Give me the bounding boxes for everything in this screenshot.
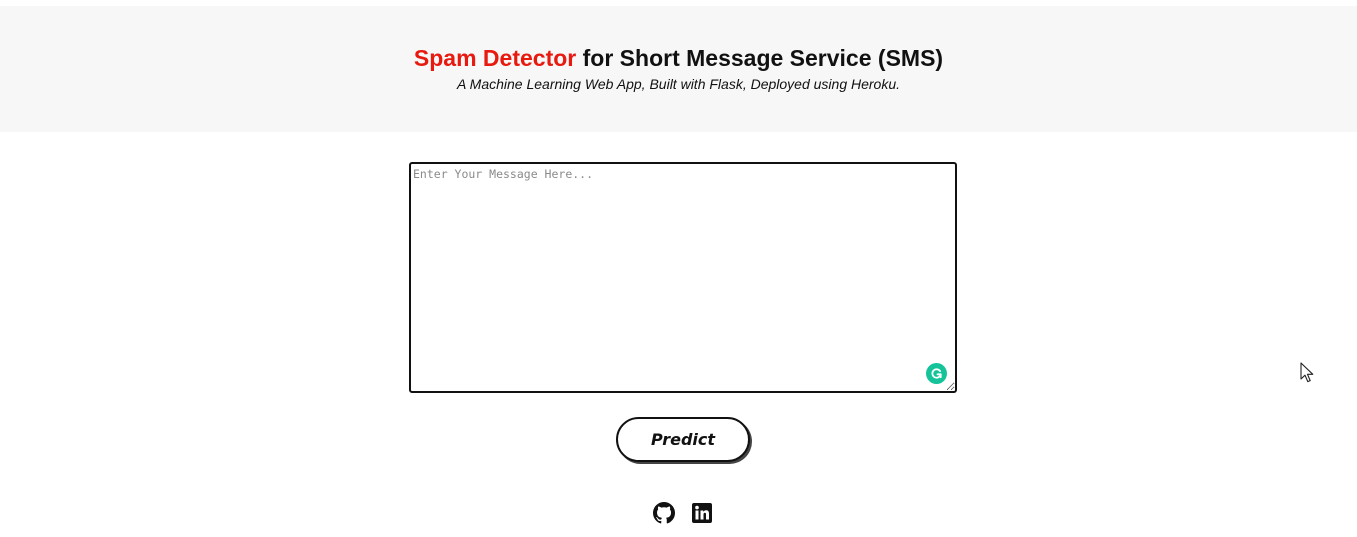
message-input[interactable] [409, 162, 957, 393]
social-links [653, 502, 713, 524]
title-rest: for Short Message Service (SMS) [576, 45, 944, 71]
linkedin-icon [692, 503, 712, 523]
grammarly-glyph [931, 368, 942, 379]
grammarly-icon[interactable] [926, 363, 947, 384]
github-icon [653, 502, 675, 524]
title-accent: Spam Detector [413, 45, 577, 71]
predict-button[interactable]: Predict [616, 417, 750, 462]
github-link[interactable] [653, 502, 675, 524]
message-form [409, 162, 957, 393]
page-header: Spam Detector for Short Message Service … [0, 6, 1357, 132]
mouse-cursor-icon [1300, 362, 1314, 383]
page-title: Spam Detector for Short Message Service … [0, 45, 1357, 72]
linkedin-link[interactable] [691, 502, 713, 524]
page-subtitle: A Machine Learning Web App, Built with F… [456, 76, 901, 92]
